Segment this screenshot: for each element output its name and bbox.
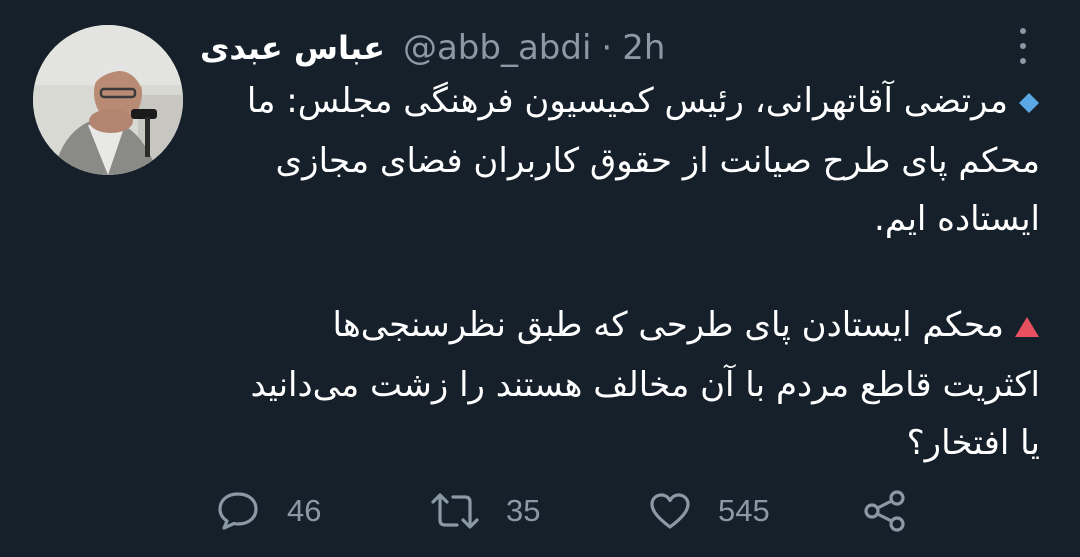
tweet-paragraph-2: محکم ایستادن پای طرحی که طبق نظرسنجی‌ها … bbox=[205, 296, 1040, 472]
more-dot-icon bbox=[1020, 58, 1026, 64]
tweet-line: ایستاده ایم. bbox=[874, 198, 1040, 239]
tweet-paragraph-1: مرتضی آقاتهرانی، رئیس کمیسیون فرهنگی مجل… bbox=[205, 72, 1040, 248]
tweet-actions-bar: 46 35 545 bbox=[0, 486, 1080, 536]
blue-diamond-icon bbox=[1018, 74, 1040, 132]
retweet-icon bbox=[431, 493, 479, 529]
user-handle[interactable]: @abb_abdi bbox=[403, 28, 591, 68]
heart-icon bbox=[650, 493, 690, 529]
avatar[interactable] bbox=[33, 25, 183, 175]
separator-dot: · bbox=[601, 28, 613, 68]
tweet-line: محکم پای طرح صیانت از حقوق کاربران فضای … bbox=[275, 140, 1040, 181]
tweet-header: عباس عبدی @abb_abdi · 2h bbox=[200, 24, 665, 72]
share-icon bbox=[864, 490, 905, 532]
avatar-photo bbox=[33, 25, 183, 175]
more-options-button[interactable] bbox=[1008, 26, 1038, 66]
reply-icon bbox=[218, 492, 258, 530]
like-button[interactable]: 545 bbox=[648, 486, 770, 536]
reply-button[interactable]: 46 bbox=[215, 486, 321, 536]
more-dot-icon bbox=[1020, 28, 1026, 34]
retweet-count: 35 bbox=[506, 493, 541, 528]
timestamp[interactable]: 2h bbox=[622, 28, 665, 68]
tweet-line: اکثریت قاطع مردم با آن مخالف هستند را زش… bbox=[250, 364, 1040, 405]
tweet-line-text: مرتضی آقاتهرانی، رئیس کمیسیون فرهنگی مجل… bbox=[246, 81, 1008, 121]
tweet-line: مرتضی آقاتهرانی، رئیس کمیسیون فرهنگی مجل… bbox=[205, 72, 1040, 132]
share-button[interactable] bbox=[862, 486, 908, 536]
like-count: 545 bbox=[718, 493, 770, 528]
tweet-line: یا افتخار؟ bbox=[906, 422, 1040, 463]
retweet-button[interactable]: 35 bbox=[430, 486, 540, 536]
display-name[interactable]: عباس عبدی bbox=[200, 29, 385, 67]
tweet-line: محکم ایستادن پای طرحی که طبق نظرسنجی‌ها bbox=[205, 296, 1040, 356]
red-triangle-icon bbox=[1014, 298, 1040, 356]
reply-count: 46 bbox=[287, 493, 322, 528]
tweet-line-text: محکم ایستادن پای طرحی که طبق نظرسنجی‌ها bbox=[332, 305, 1004, 345]
more-dot-icon bbox=[1020, 43, 1026, 49]
